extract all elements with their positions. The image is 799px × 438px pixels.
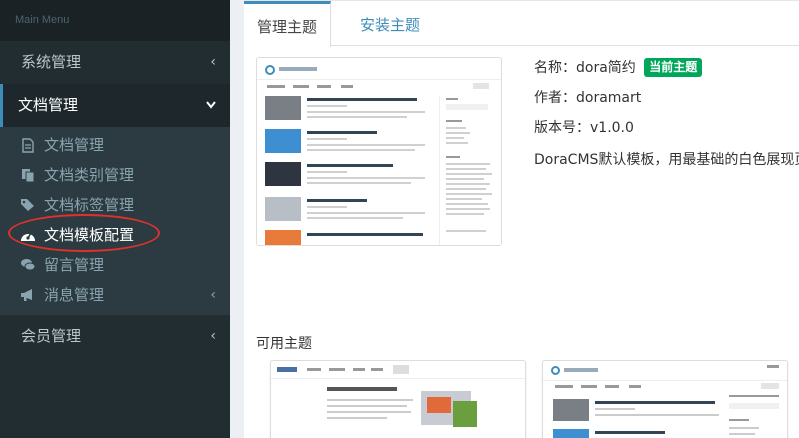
sidebar-subitem-label: 文档类别管理 — [44, 166, 135, 184]
theme-version: v1.0.0 — [590, 120, 634, 136]
sidebar-item-label: 文档管理 — [18, 96, 79, 114]
theme-name-row: 名称：dora简约 当前主题 — [534, 57, 799, 87]
sidebar-item-system[interactable]: 系统管理 ‹ — [0, 41, 230, 84]
preview-nav — [257, 80, 501, 94]
preview-header — [543, 361, 787, 381]
tab-manage-themes[interactable]: 管理主题 — [244, 1, 331, 47]
current-theme-badge: 当前主题 — [644, 58, 703, 77]
chevron-down-icon — [206, 84, 216, 127]
tab-install-themes[interactable]: 安装主题 — [340, 1, 440, 46]
bullhorn-icon — [18, 287, 38, 303]
files-icon — [18, 167, 38, 183]
sidebar-subitem-label: 文档模板配置 — [44, 226, 135, 244]
main-menu-header: Main Menu — [0, 0, 230, 41]
available-theme-card[interactable] — [542, 360, 788, 438]
sidebar-item-members[interactable]: 会员管理 ‹ — [0, 315, 230, 358]
theme-version-row: 版本号：v1.0.0 — [534, 117, 799, 147]
sidebar-subitem-label: 文档标签管理 — [44, 196, 135, 214]
sidebar-subitem-label: 留言管理 — [44, 256, 105, 274]
chevron-left-icon: ‹ — [210, 287, 216, 303]
file-icon — [18, 137, 38, 153]
available-theme-card[interactable] — [270, 360, 526, 438]
sidebar: Main Menu 系统管理 ‹ 文档管理 文档管理 文档类别管理 文档标签管理 — [0, 0, 230, 438]
theme-description: DoraCMS默认模板，用最基础的白色展现页面 — [534, 152, 799, 168]
documents-submenu: 文档管理 文档类别管理 文档标签管理 文档模板配置 留言管理 消息管理 ‹ — [0, 127, 230, 315]
sidebar-subitem-messages[interactable]: 留言管理 — [0, 250, 230, 280]
sidebar-subitem-notices[interactable]: 消息管理 ‹ — [0, 280, 230, 310]
sidebar-subitem-label: 消息管理 — [44, 286, 105, 304]
sidebar-subitem-label: 文档管理 — [44, 136, 105, 154]
sidebar-subitem-documents[interactable]: 文档管理 — [0, 130, 230, 160]
theme-author-label: 作者： — [534, 90, 576, 106]
sidebar-subitem-categories[interactable]: 文档类别管理 — [0, 160, 230, 190]
tab-bar: 管理主题 安装主题 — [244, 1, 799, 47]
current-theme-preview[interactable] — [256, 57, 502, 246]
dashboard-icon — [18, 227, 38, 243]
theme-panel: 管理主题 安装主题 名称：dora简约 当前主题 作者：doramart 版本号… — [244, 0, 799, 438]
tags-icon — [18, 197, 38, 213]
theme-name-label: 名称： — [534, 60, 576, 76]
preview-header — [271, 361, 525, 379]
preview-article-list — [265, 96, 429, 245]
current-theme-info: 名称：dora简约 当前主题 作者：doramart 版本号：v1.0.0 Do… — [534, 57, 799, 172]
theme-name: dora简约 — [576, 60, 636, 76]
sidebar-item-label: 系统管理 — [21, 53, 82, 71]
preview-logo-text — [279, 67, 317, 71]
available-themes-title: 可用主题 — [256, 336, 312, 352]
preview-logo-icon — [265, 65, 275, 75]
comments-icon — [18, 257, 38, 273]
sidebar-item-label: 会员管理 — [21, 327, 82, 345]
chevron-left-icon: ‹ — [210, 328, 216, 344]
preview-sidebar — [439, 96, 495, 245]
sidebar-subitem-tags[interactable]: 文档标签管理 — [0, 190, 230, 220]
theme-author: doramart — [576, 90, 642, 106]
content-area: 管理主题 安装主题 名称：dora简约 当前主题 作者：doramart 版本号… — [230, 0, 799, 438]
chevron-left-icon: ‹ — [210, 54, 216, 70]
sidebar-subitem-templates[interactable]: 文档模板配置 — [0, 220, 230, 250]
sidebar-item-documents[interactable]: 文档管理 — [0, 84, 230, 127]
theme-author-row: 作者：doramart — [534, 87, 799, 117]
theme-version-label: 版本号： — [534, 120, 590, 136]
preview-header — [257, 58, 501, 80]
